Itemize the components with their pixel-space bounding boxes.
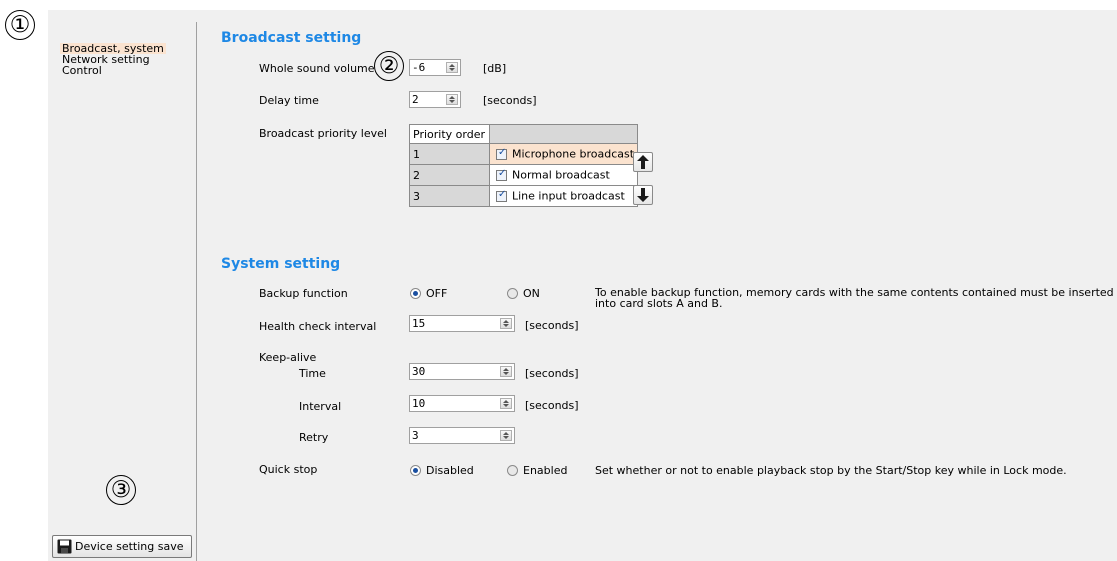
floppy-disk-icon xyxy=(57,539,72,554)
priority-grid: Priority order 1 Microphone broadcast 2 … xyxy=(409,124,639,207)
table-row[interactable]: 3 Line input broadcast xyxy=(409,185,639,207)
priority-item-cell[interactable]: Normal broadcast xyxy=(488,164,639,186)
radio-unselected-icon xyxy=(507,288,518,299)
device-setting-save-label: Device setting save xyxy=(75,540,184,553)
health-check-interval-value: 15 xyxy=(412,317,426,330)
keep-alive-time-unit: [seconds] xyxy=(525,367,579,380)
backup-off-label: OFF xyxy=(426,287,448,300)
table-row[interactable]: 2 Normal broadcast xyxy=(409,164,639,186)
keep-alive-time-label: Time xyxy=(299,367,326,380)
whole-sound-volume-value: -6 xyxy=(412,61,426,74)
health-check-interval-spinbox[interactable]: 15 xyxy=(409,315,515,332)
broadcast-priority-label: Broadcast priority level xyxy=(259,127,387,140)
radio-selected-icon xyxy=(410,288,421,299)
health-check-interval-label: Health check interval xyxy=(259,320,377,333)
whole-sound-volume-label: Whole sound volume xyxy=(259,62,375,75)
quick-stop-enabled-label: Enabled xyxy=(523,464,568,477)
spin-arrows-icon[interactable] xyxy=(446,94,458,105)
device-setting-save-button[interactable]: Device setting save xyxy=(52,535,192,558)
priority-order-cell: 1 xyxy=(409,143,490,165)
priority-name-header xyxy=(488,124,639,144)
callout-2: ② xyxy=(374,51,404,81)
spin-arrows-icon[interactable] xyxy=(500,318,512,329)
delay-time-value: 2 xyxy=(412,93,419,106)
whole-sound-volume-unit: [dB] xyxy=(483,62,507,75)
delay-time-unit: [seconds] xyxy=(483,94,537,107)
radio-unselected-icon xyxy=(507,465,518,476)
radio-selected-icon xyxy=(410,465,421,476)
backup-note-line2: into card slots A and B. xyxy=(595,297,723,310)
keep-alive-label: Keep-alive xyxy=(259,351,317,364)
keep-alive-retry-label: Retry xyxy=(299,431,329,444)
sidebar-divider xyxy=(196,22,197,561)
arrow-down-icon xyxy=(637,188,649,202)
spin-arrows-icon[interactable] xyxy=(500,430,512,441)
callout-1: ① xyxy=(5,10,35,40)
backup-function-label: Backup function xyxy=(259,287,348,300)
health-check-interval-unit: [seconds] xyxy=(525,319,579,332)
delay-time-spinbox[interactable]: 2 xyxy=(409,91,461,108)
keep-alive-interval-spinbox[interactable]: 10 xyxy=(409,395,515,412)
quick-stop-disabled-radio[interactable]: Disabled xyxy=(410,464,474,477)
keep-alive-retry-value: 3 xyxy=(412,429,419,442)
system-setting-title: System setting xyxy=(221,256,341,272)
spin-arrows-icon[interactable] xyxy=(500,366,512,377)
keep-alive-interval-unit: [seconds] xyxy=(525,399,579,412)
backup-on-label: ON xyxy=(523,287,540,300)
keep-alive-time-value: 30 xyxy=(412,365,426,378)
keep-alive-retry-spinbox[interactable]: 3 xyxy=(409,427,515,444)
priority-order-cell: 3 xyxy=(409,185,490,207)
checkbox-icon[interactable] xyxy=(496,147,507,160)
quick-stop-note: Set whether or not to enable playback st… xyxy=(595,464,1067,477)
spin-arrows-icon[interactable] xyxy=(446,62,458,73)
quick-stop-label: Quick stop xyxy=(259,463,318,476)
quick-stop-disabled-label: Disabled xyxy=(426,464,474,477)
checkbox-icon[interactable] xyxy=(496,189,507,202)
whole-sound-volume-spinbox[interactable]: -6 xyxy=(409,59,461,76)
delay-time-label: Delay time xyxy=(259,94,319,107)
priority-order-cell: 2 xyxy=(409,164,490,186)
move-down-button[interactable] xyxy=(633,185,653,205)
backup-off-radio[interactable]: OFF xyxy=(410,287,447,300)
keep-alive-time-spinbox[interactable]: 30 xyxy=(409,363,515,380)
table-row[interactable]: 1 Microphone broadcast xyxy=(409,143,639,165)
callout-3: ③ xyxy=(106,475,136,505)
move-up-button[interactable] xyxy=(633,152,653,172)
checkbox-icon[interactable] xyxy=(496,168,507,181)
backup-on-radio[interactable]: ON xyxy=(507,287,540,300)
keep-alive-interval-value: 10 xyxy=(412,397,426,410)
spin-arrows-icon[interactable] xyxy=(500,398,512,409)
arrow-up-icon xyxy=(637,155,649,169)
priority-item-cell[interactable]: Microphone broadcast xyxy=(488,143,639,165)
quick-stop-enabled-radio[interactable]: Enabled xyxy=(507,464,567,477)
broadcast-setting-title: Broadcast setting xyxy=(221,30,362,46)
sidebar-item-control[interactable]: Control xyxy=(60,65,104,76)
priority-order-header: Priority order xyxy=(409,124,490,144)
priority-item-cell[interactable]: Line input broadcast xyxy=(488,185,639,207)
keep-alive-interval-label: Interval xyxy=(299,400,342,413)
